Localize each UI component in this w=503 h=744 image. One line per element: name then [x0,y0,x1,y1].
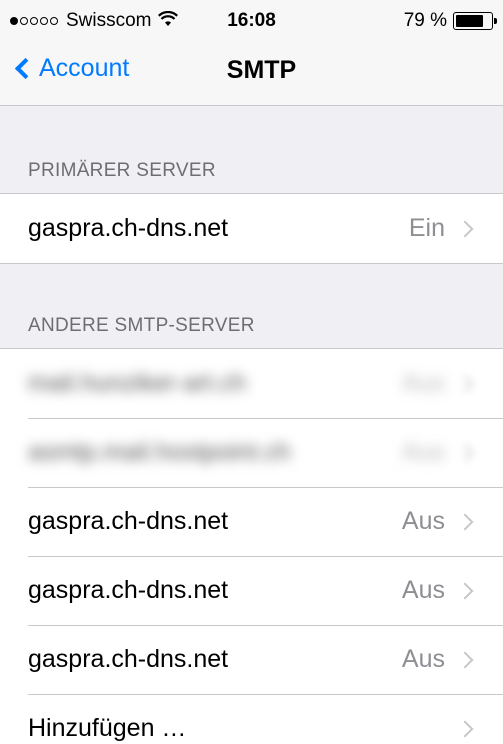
navigation-bar: Account SMTP [0,40,503,106]
add-server-row[interactable]: Hinzufügen … [0,694,503,744]
server-name: gaspra.ch-dns.net [28,507,229,535]
primary-server-group: gaspra.ch-dns.net Ein [0,193,503,264]
chevron-right-icon [456,582,474,599]
battery-tip [494,18,497,24]
server-name-redacted: mail.hunziker-art.ch [28,369,247,397]
status-right: 79 % [403,10,497,32]
server-name: gaspra.ch-dns.net [28,645,229,673]
chevron-right-icon [456,720,474,737]
primary-server-row[interactable]: gaspra.ch-dns.net Ein [0,194,503,263]
battery-icon [453,12,497,30]
add-server-label: Hinzufügen … [28,714,187,742]
server-name-redacted: asmtp.mail.hostpoint.ch [28,438,291,466]
server-name: gaspra.ch-dns.net [28,214,229,242]
server-status: Aus [401,576,445,604]
battery-percent: 79 % [403,10,447,31]
page-title: SMTP [226,56,297,84]
chevron-right-icon [456,444,474,461]
server-row-redacted[interactable]: mail.hunziker-art.ch Aus [0,349,503,418]
server-row[interactable]: gaspra.ch-dns.net Aus [0,625,503,694]
server-name: gaspra.ch-dns.net [28,576,229,604]
server-status: Aus [401,438,445,466]
server-row[interactable]: gaspra.ch-dns.net Aus [0,487,503,556]
section-header-other: ANDERE SMTP-SERVER [28,315,255,336]
server-status: Aus [401,369,445,397]
section-header-primary: PRIMÄRER SERVER [28,160,216,181]
chevron-right-icon [456,220,474,237]
chevron-right-icon [456,375,474,392]
server-status: Aus [401,507,445,535]
chevron-right-icon [456,513,474,530]
battery-fill [456,15,483,27]
other-servers-group: mail.hunziker-art.ch Aus asmtp.mail.host… [0,348,503,744]
server-status: Aus [401,645,445,673]
server-status: Ein [408,214,445,242]
status-bar: Swisscom 16:08 79 % [0,0,503,40]
server-row[interactable]: gaspra.ch-dns.net Aus [0,556,503,625]
server-row-redacted[interactable]: asmtp.mail.hostpoint.ch Aus [0,418,503,487]
chevron-right-icon [456,651,474,668]
